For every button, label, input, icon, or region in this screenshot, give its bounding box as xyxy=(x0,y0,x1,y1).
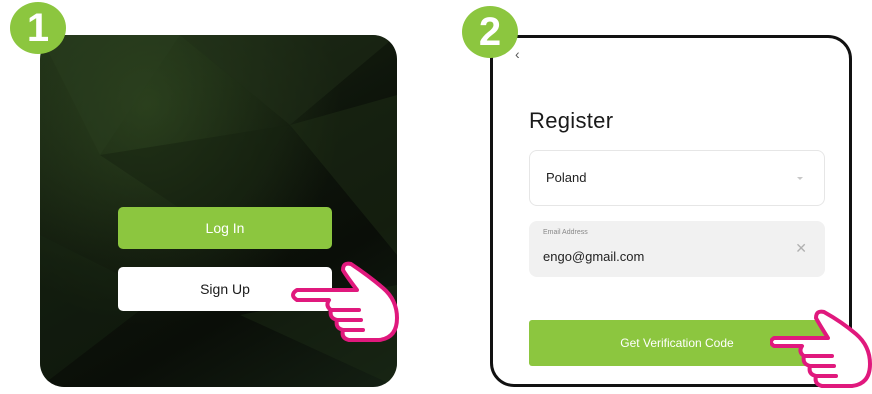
close-icon[interactable]: ✕ xyxy=(795,240,807,257)
step-2-badge: 2 xyxy=(462,6,518,58)
country-select[interactable]: Poland xyxy=(529,150,825,206)
pointing-hand-icon xyxy=(770,309,872,388)
log-in-button[interactable]: Log In xyxy=(118,207,332,249)
email-field[interactable]: Email Address engo@gmail.com ✕ xyxy=(529,221,825,277)
page-title: Register xyxy=(529,108,614,133)
step-1-badge: 1 xyxy=(10,2,66,54)
email-value: engo@gmail.com xyxy=(543,249,645,264)
chevron-down-icon xyxy=(797,177,803,180)
country-value: Poland xyxy=(546,170,587,185)
back-icon[interactable]: ‹ xyxy=(515,46,520,62)
email-label: Email Address xyxy=(543,229,588,236)
pointing-hand-icon xyxy=(291,261,399,342)
